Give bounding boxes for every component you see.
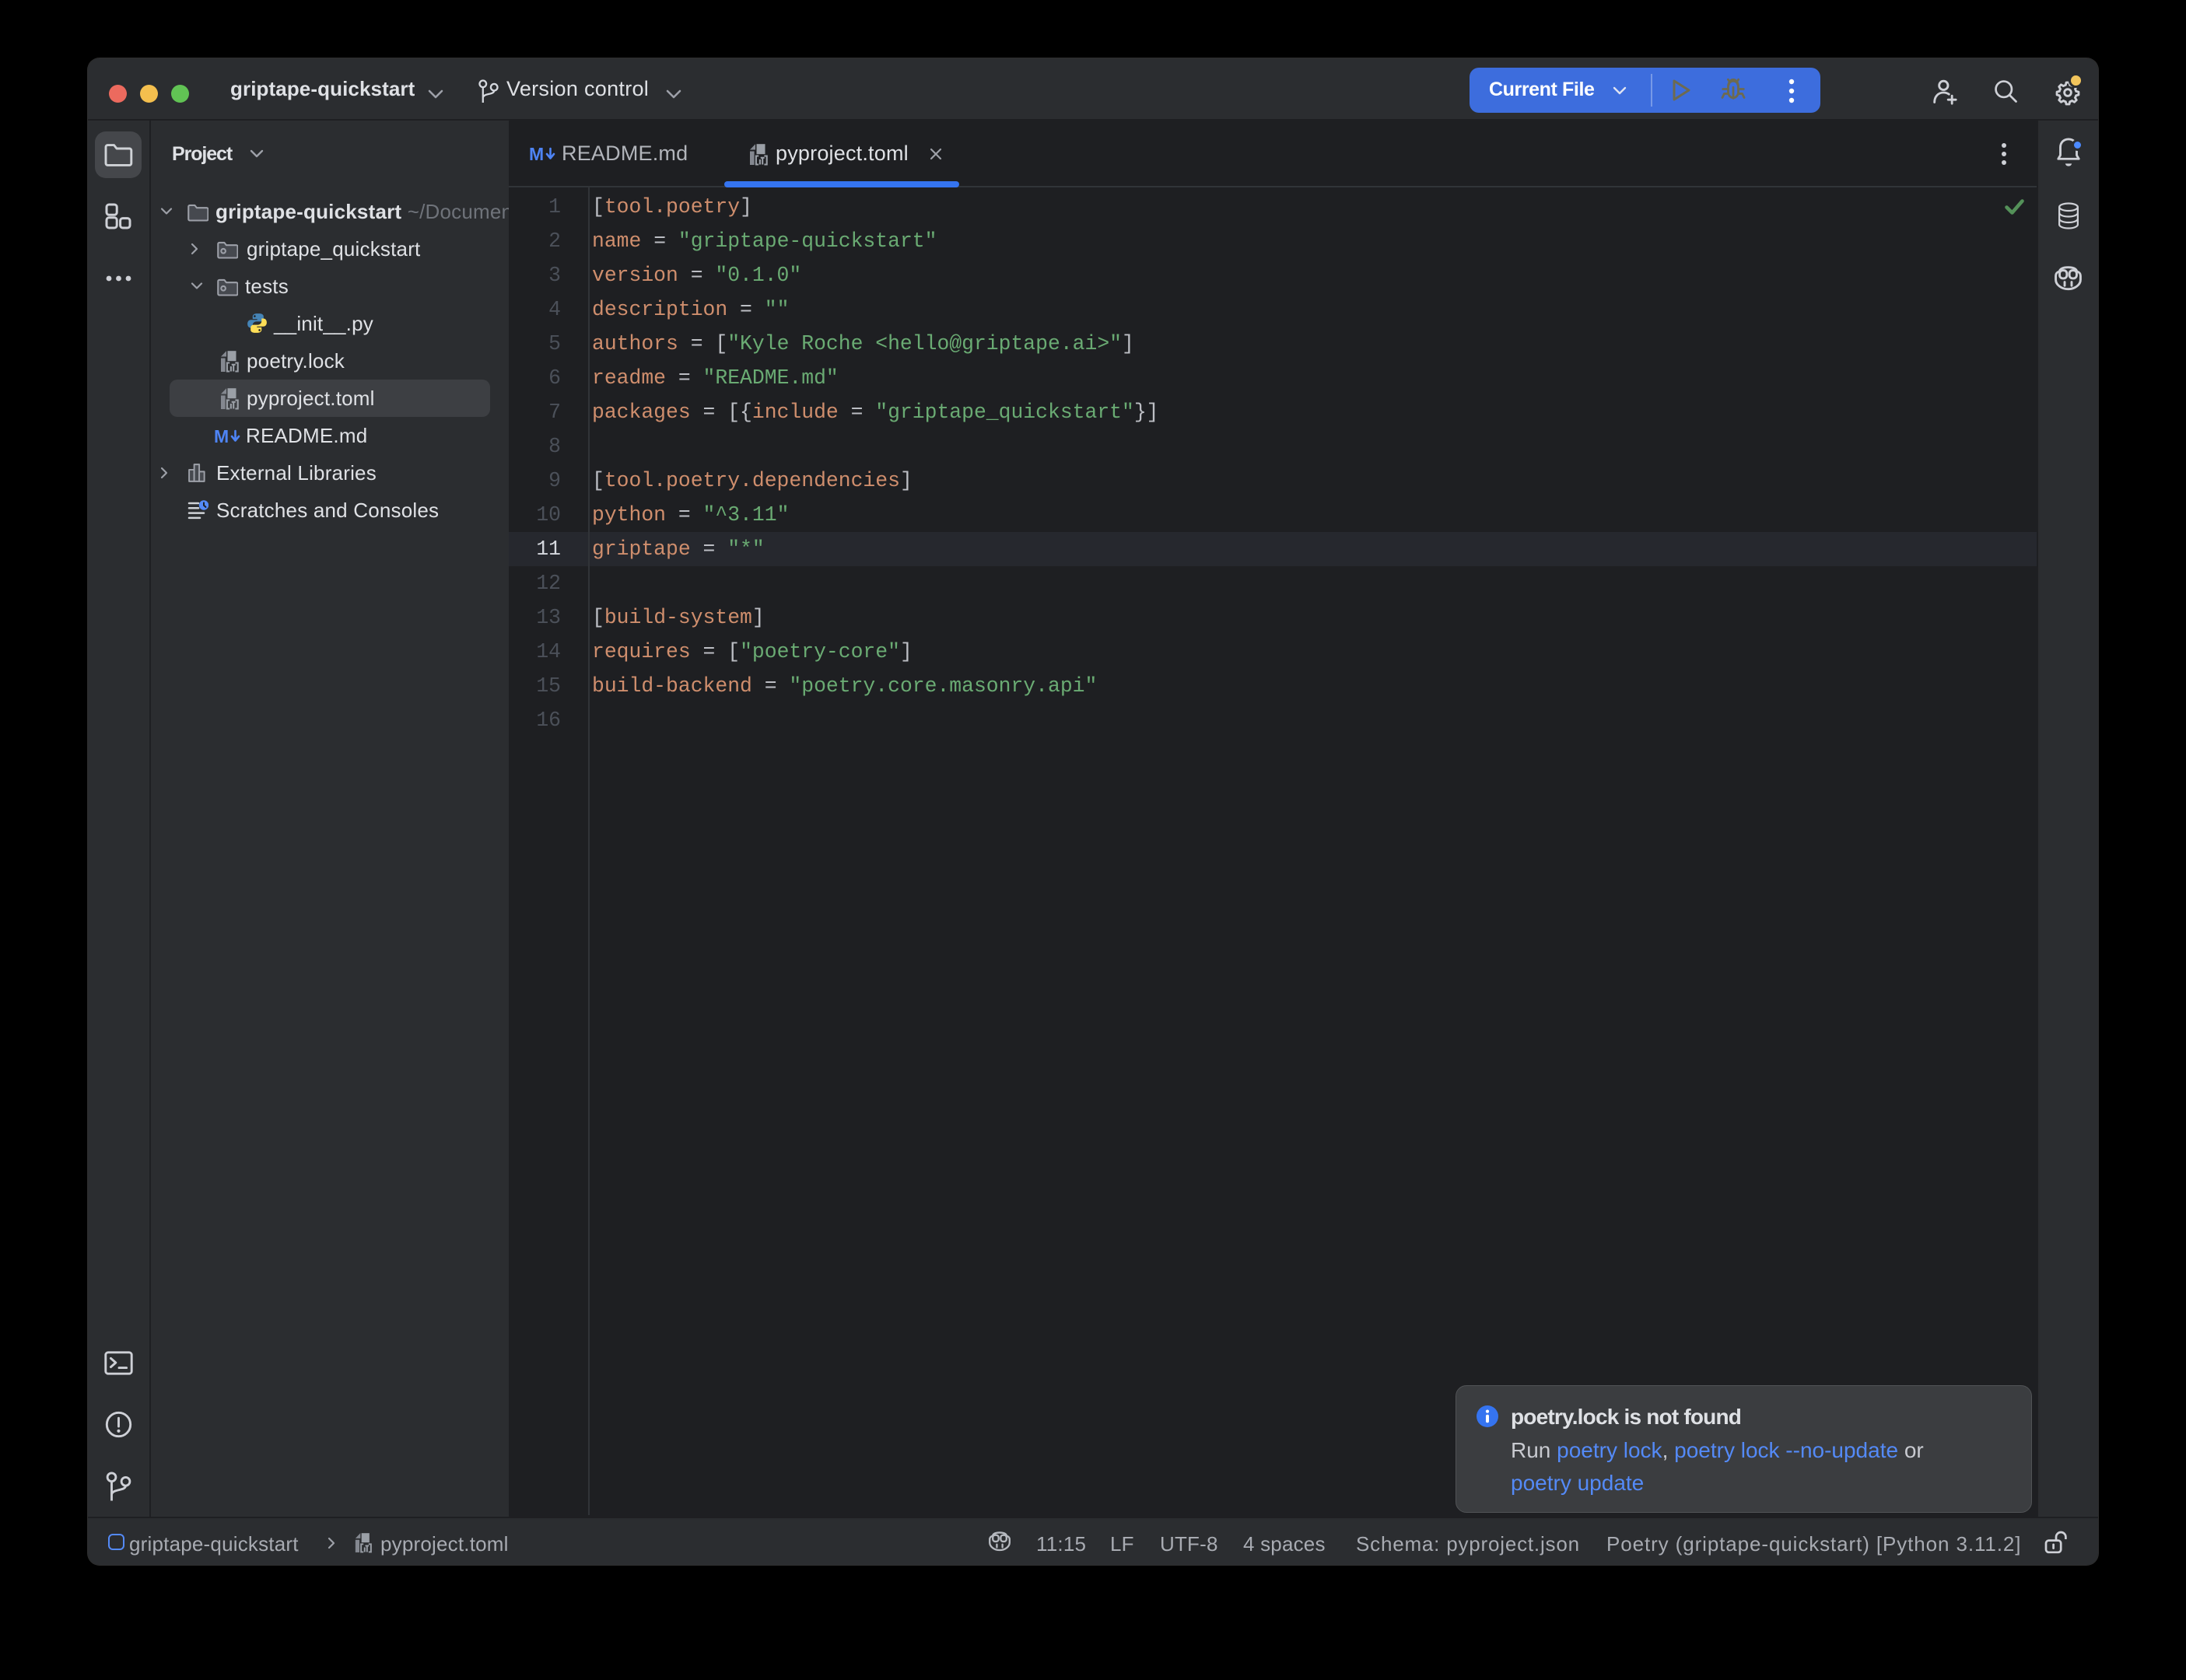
svg-text:M: M [530,144,544,164]
svg-text:M: M [215,426,229,446]
